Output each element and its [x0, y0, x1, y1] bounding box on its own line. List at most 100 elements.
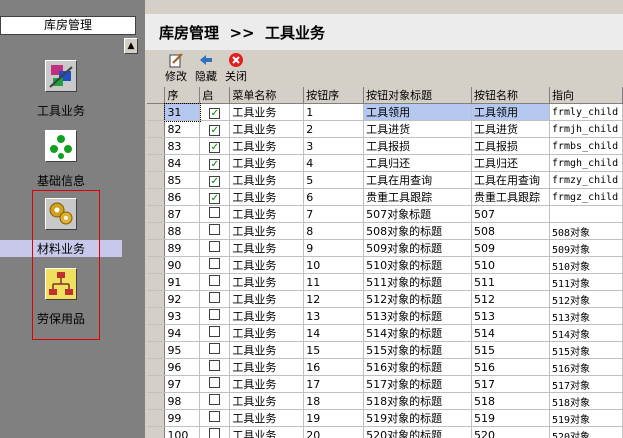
col-header-target[interactable]: 指向: [549, 87, 623, 104]
cell-enabled[interactable]: [199, 222, 231, 240]
cell-button-order[interactable]: 16: [303, 358, 365, 376]
cell-button-order[interactable]: 3: [303, 137, 365, 155]
enabled-checkbox[interactable]: ✓: [209, 192, 221, 204]
cell-target[interactable]: 513对象: [549, 307, 623, 325]
table-row[interactable]: 100 工具业务 20 520对象的标题 520 520对象: [147, 426, 623, 438]
cell-target[interactable]: 510对象: [549, 256, 623, 274]
cell-button-name[interactable]: 511: [471, 273, 550, 291]
row-selector[interactable]: [147, 171, 166, 189]
table-row[interactable]: 98 工具业务 18 518对象的标题 518 518对象: [147, 392, 623, 410]
nav-item-info[interactable]: 基础信息: [0, 130, 122, 196]
table-row[interactable]: 87 工具业务 7 507对象标题 507: [147, 205, 623, 223]
cell-button-order[interactable]: 10: [303, 256, 365, 274]
enabled-checkbox[interactable]: ✓: [209, 124, 221, 136]
col-header-seq[interactable]: 序: [164, 87, 201, 104]
cell-seq[interactable]: 100: [164, 426, 201, 438]
cell-button-name[interactable]: 516: [471, 358, 550, 376]
table-row[interactable]: 90 工具业务 10 510对象的标题 510 510对象: [147, 256, 623, 274]
cell-button-title[interactable]: 工具在用查询: [363, 171, 472, 189]
cell-button-name[interactable]: 515: [471, 341, 550, 359]
enabled-checkbox[interactable]: ✓: [209, 107, 221, 119]
cell-button-title[interactable]: 514对象的标题: [363, 324, 472, 342]
cell-button-name[interactable]: 贵重工具跟踪: [471, 188, 550, 206]
cell-menu-name[interactable]: 工具业务: [229, 137, 305, 155]
cell-enabled[interactable]: [199, 324, 231, 342]
row-selector[interactable]: [147, 324, 166, 342]
cell-seq[interactable]: 93: [164, 307, 201, 325]
cell-button-title[interactable]: 508对象的标题: [363, 222, 472, 240]
cell-target[interactable]: frmjh_child: [549, 120, 623, 138]
cell-enabled[interactable]: [199, 409, 231, 427]
cell-target[interactable]: [549, 205, 623, 223]
cell-button-title[interactable]: 工具报损: [363, 137, 472, 155]
cell-button-title[interactable]: 516对象的标题: [363, 358, 472, 376]
table-row[interactable]: 83 ✓ 工具业务 3 工具报损 工具报损 frmbs_child: [147, 137, 623, 155]
cell-seq[interactable]: 92: [164, 290, 201, 308]
table-row[interactable]: 91 工具业务 11 511对象的标题 511 511对象: [147, 273, 623, 291]
cell-target[interactable]: 512对象: [549, 290, 623, 308]
hide-button[interactable]: 隐藏: [191, 52, 221, 84]
table-row[interactable]: 88 工具业务 8 508对象的标题 508 508对象: [147, 222, 623, 240]
cell-button-name[interactable]: 518: [471, 392, 550, 410]
cell-seq[interactable]: 88: [164, 222, 201, 240]
cell-enabled[interactable]: [199, 307, 231, 325]
table-row[interactable]: 82 ✓ 工具业务 2 工具进货 工具进货 frmjh_child: [147, 120, 623, 138]
cell-button-name[interactable]: 509: [471, 239, 550, 257]
cell-seq[interactable]: 95: [164, 341, 201, 359]
cell-target[interactable]: 509对象: [549, 239, 623, 257]
cell-button-title[interactable]: 518对象的标题: [363, 392, 472, 410]
cell-button-order[interactable]: 6: [303, 188, 365, 206]
table-row[interactable]: 94 工具业务 14 514对象的标题 514 514对象: [147, 324, 623, 342]
table-row[interactable]: 31 ✓ 工具业务 1 工具领用 工具领用 frmly_child: [147, 102, 623, 122]
row-selector[interactable]: [147, 273, 166, 291]
table-row[interactable]: 85 ✓ 工具业务 5 工具在用查询 工具在用查询 frmzy_child: [147, 171, 623, 189]
table-row[interactable]: 95 工具业务 15 515对象的标题 515 515对象: [147, 341, 623, 359]
cell-enabled[interactable]: ✓: [199, 154, 231, 172]
cell-enabled[interactable]: ✓: [199, 188, 231, 206]
cell-enabled[interactable]: [199, 256, 231, 274]
cell-enabled[interactable]: [199, 273, 231, 291]
close-button[interactable]: 关闭: [221, 52, 251, 84]
cell-seq[interactable]: 82: [164, 120, 201, 138]
cell-seq[interactable]: 87: [164, 205, 201, 223]
col-header-enabled[interactable]: 启: [199, 87, 231, 104]
col-header-button-title[interactable]: 按钮对象标题: [363, 87, 472, 104]
cell-button-title[interactable]: 工具进货: [363, 120, 472, 138]
row-selector[interactable]: [147, 239, 166, 257]
cell-button-name[interactable]: 514: [471, 324, 550, 342]
cell-menu-name[interactable]: 工具业务: [229, 324, 305, 342]
cell-button-name[interactable]: 510: [471, 256, 550, 274]
data-grid[interactable]: 序 启 菜单名称 按钮序 按钮对象标题 按钮名称 指向 31 ✓ 工具业务 1 工具领用…: [147, 87, 623, 438]
col-header-button-name[interactable]: 按钮名称: [471, 87, 550, 104]
cell-target[interactable]: frmzy_child: [549, 171, 623, 189]
cell-enabled[interactable]: ✓: [199, 171, 231, 189]
cell-seq[interactable]: 83: [164, 137, 201, 155]
cell-target[interactable]: 515对象: [549, 341, 623, 359]
row-selector[interactable]: [147, 205, 166, 223]
row-selector[interactable]: [147, 358, 166, 376]
cell-button-order[interactable]: 13: [303, 307, 365, 325]
cell-target[interactable]: 517对象: [549, 375, 623, 393]
cell-button-order[interactable]: 15: [303, 341, 365, 359]
cell-button-title[interactable]: 515对象的标题: [363, 341, 472, 359]
cell-menu-name[interactable]: 工具业务: [229, 290, 305, 308]
cell-menu-name[interactable]: 工具业务: [229, 205, 305, 223]
row-selector[interactable]: [147, 222, 166, 240]
edit-button[interactable]: 修改: [161, 52, 191, 84]
cell-menu-name[interactable]: 工具业务: [229, 188, 305, 206]
cell-enabled[interactable]: ✓: [199, 137, 231, 155]
cell-button-order[interactable]: 17: [303, 375, 365, 393]
cell-menu-name[interactable]: 工具业务: [229, 103, 305, 121]
table-row[interactable]: 84 ✓ 工具业务 4 工具归还 工具归还 frmgh_child: [147, 154, 623, 172]
cell-seq[interactable]: 89: [164, 239, 201, 257]
cell-enabled[interactable]: ✓: [199, 103, 231, 121]
cell-button-name[interactable]: 507: [471, 205, 550, 223]
col-header-menu-name[interactable]: 菜单名称: [229, 87, 305, 104]
cell-seq[interactable]: 94: [164, 324, 201, 342]
cell-seq[interactable]: 85: [164, 171, 201, 189]
cell-button-title[interactable]: 工具领用: [363, 103, 472, 121]
cell-target[interactable]: 518对象: [549, 392, 623, 410]
cell-button-title[interactable]: 511对象的标题: [363, 273, 472, 291]
cell-enabled[interactable]: [199, 290, 231, 308]
row-selector[interactable]: [147, 188, 166, 206]
